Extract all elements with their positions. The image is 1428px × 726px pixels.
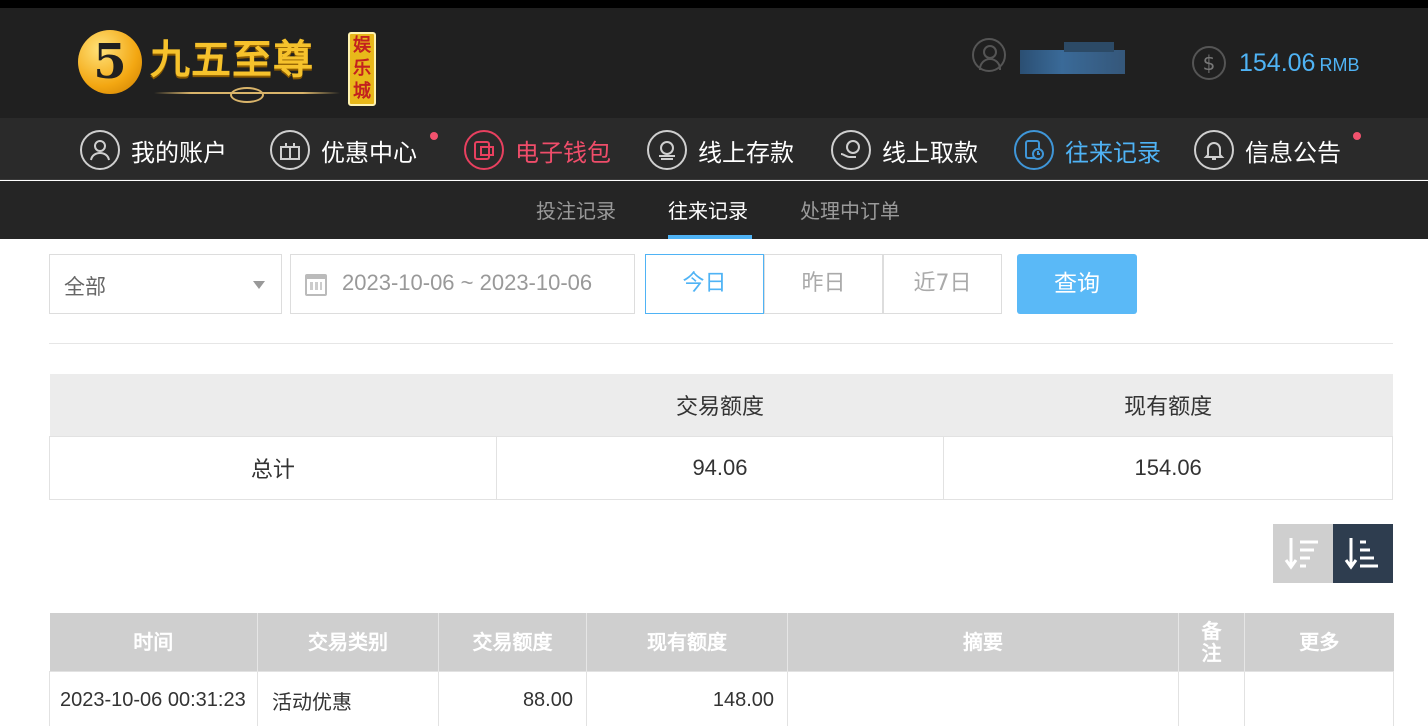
caret-down-icon	[253, 281, 265, 289]
summary-total-label: 总计	[49, 435, 497, 500]
tab-pending-orders[interactable]: 处理中订单	[800, 195, 900, 224]
summary-header-blank	[49, 374, 497, 436]
type-select[interactable]: 全部	[49, 254, 282, 314]
col-header-amount[interactable]: 交易额度	[438, 613, 587, 671]
date-range-input[interactable]: 2023-10-06 ~ 2023-10-06	[290, 254, 635, 314]
top-band	[0, 0, 1428, 8]
nav-label: 我的账户	[131, 138, 227, 167]
cell-summary	[787, 670, 1179, 726]
notification-dot	[430, 132, 438, 140]
tab-bet-records[interactable]: 投注记录	[536, 195, 616, 224]
quick-range-today[interactable]: 今日	[645, 254, 764, 314]
account-balance: 154.06 RMB	[1239, 46, 1359, 82]
col-header-time[interactable]: 时间	[49, 613, 258, 671]
records-table: 时间 交易类别 交易额度 现有额度 摘要 备注 更多 2023-10-06 00…	[49, 613, 1394, 726]
nav-label: 往来记录	[1065, 138, 1161, 167]
nav-my-account[interactable]: 我的账户	[80, 130, 227, 170]
col-header-more: 更多	[1244, 613, 1394, 671]
logo-mark-icon: 5	[78, 30, 142, 94]
balance-unit: RMB	[1319, 55, 1360, 75]
main-nav: 我的账户 优惠中心 电子钱包 线上存款 线上取款 往来记录 信息公告	[0, 118, 1428, 180]
date-range-value: 2023-10-06 ~ 2023-10-06	[342, 270, 593, 295]
balance-value: 154.06	[1239, 49, 1316, 77]
nav-label: 线上取款	[882, 138, 978, 167]
site-logo[interactable]: 5 九五至尊 娱 乐 城	[78, 26, 378, 106]
table-row[interactable]: 2023-10-06 00:31:23 活动优惠 88.00 148.00	[49, 670, 1394, 726]
wallet-icon	[464, 130, 504, 170]
sort-ascending-icon	[1284, 538, 1318, 570]
type-select-value: 全部	[64, 275, 106, 299]
records-icon	[1014, 130, 1054, 170]
sort-descending-icon	[1344, 538, 1378, 570]
quick-range-yesterday[interactable]: 昨日	[764, 254, 883, 314]
nav-transaction-records[interactable]: 往来记录	[1014, 130, 1161, 170]
logo-name: 九五至尊	[150, 36, 314, 83]
summary-header-row: 交易额度 现有额度	[49, 374, 1393, 436]
summary-header-current: 现有额度	[943, 374, 1393, 436]
user-icon	[80, 130, 120, 170]
active-tab-indicator	[668, 235, 752, 239]
nav-online-withdraw[interactable]: 线上取款	[831, 130, 978, 170]
site-header: 5 九五至尊 娱 乐 城 $ 154.06 RMB	[0, 8, 1428, 118]
withdraw-icon	[831, 130, 871, 170]
logo-ornament	[154, 87, 340, 103]
nav-e-wallet[interactable]: 电子钱包	[464, 130, 611, 170]
cell-remark	[1178, 670, 1245, 726]
nav-label: 信息公告	[1245, 138, 1341, 167]
logo-badge: 娱 乐 城	[348, 32, 376, 106]
gift-icon	[270, 130, 310, 170]
col-header-remark: 备注	[1178, 613, 1245, 671]
bell-icon	[1194, 130, 1234, 170]
notification-dot	[1353, 132, 1361, 140]
sort-ascending-button[interactable]	[1273, 524, 1333, 583]
divider	[49, 343, 1393, 344]
quick-range-last-7-days[interactable]: 近7日	[883, 254, 1002, 314]
col-header-summary: 摘要	[787, 613, 1179, 671]
search-button[interactable]: 查询	[1017, 254, 1137, 314]
col-header-category[interactable]: 交易类别	[257, 613, 439, 671]
nav-label: 优惠中心	[321, 138, 417, 167]
summary-total-transaction: 94.06	[495, 435, 945, 500]
cell-more[interactable]	[1244, 670, 1394, 726]
calendar-icon	[305, 274, 327, 296]
tab-transaction-records[interactable]: 往来记录	[668, 195, 748, 224]
cell-balance: 148.00	[586, 670, 788, 726]
account-avatar-icon[interactable]	[972, 38, 1006, 72]
cell-amount: 88.00	[438, 670, 587, 726]
nav-online-deposit[interactable]: 线上存款	[647, 130, 794, 170]
nav-label: 线上存款	[698, 138, 794, 167]
sort-descending-button[interactable]	[1333, 524, 1393, 583]
coin-icon: $	[1192, 46, 1226, 80]
cell-category: 活动优惠	[257, 670, 439, 726]
deposit-icon	[647, 130, 687, 170]
summary-header-transaction: 交易额度	[496, 374, 944, 436]
nav-announcements[interactable]: 信息公告	[1194, 130, 1361, 170]
summary-table: 交易额度 现有额度 总计 94.06 154.06	[49, 374, 1393, 500]
summary-total-row: 总计 94.06 154.06	[49, 435, 1393, 500]
summary-total-current: 154.06	[943, 435, 1393, 500]
cell-time: 2023-10-06 00:31:23	[49, 670, 258, 726]
masked-username	[1020, 42, 1125, 74]
sub-nav: 投注记录 往来记录 处理中订单	[0, 181, 1428, 239]
nav-label: 电子钱包	[515, 138, 611, 167]
col-header-balance[interactable]: 现有额度	[586, 613, 788, 671]
records-header-row: 时间 交易类别 交易额度 现有额度 摘要 备注 更多	[49, 613, 1394, 671]
nav-promotions[interactable]: 优惠中心	[270, 130, 438, 170]
